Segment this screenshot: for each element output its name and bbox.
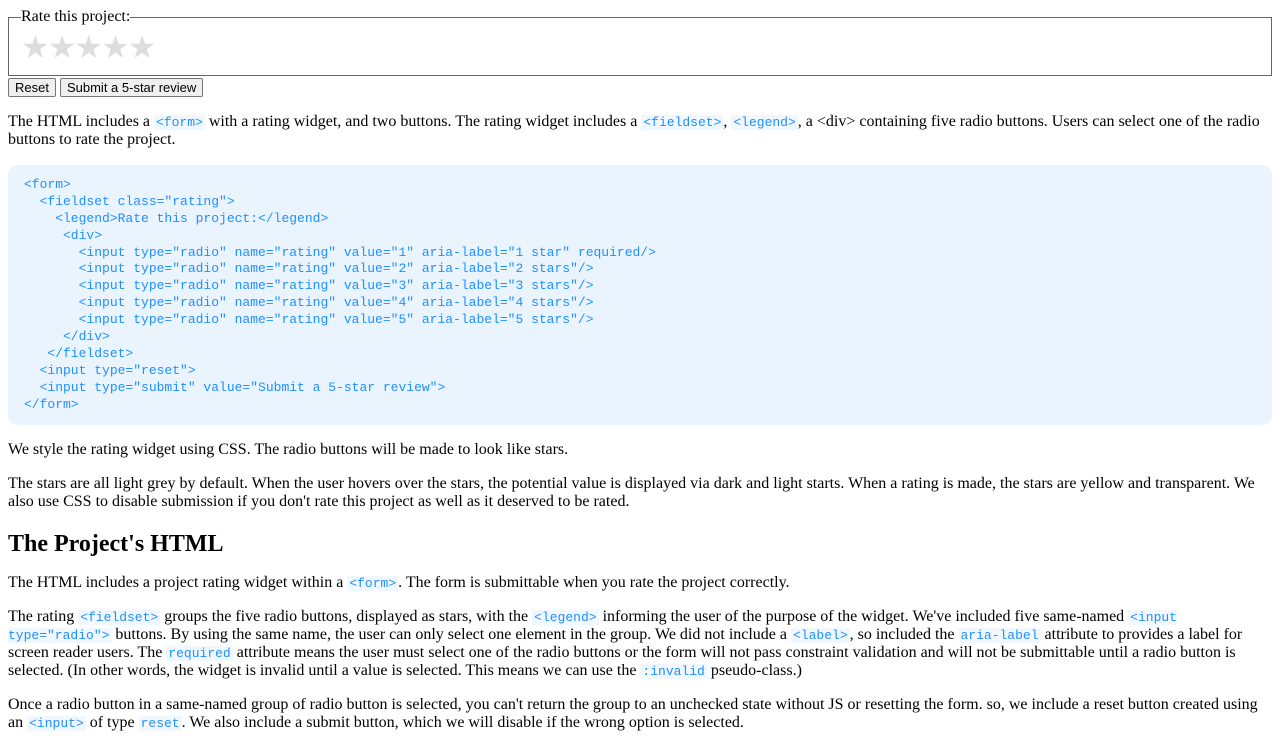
text: . The form is submittable when you rate … — [398, 574, 789, 591]
rating-fieldset: Rate this project: ★★★★★ — [8, 8, 1272, 76]
code-legend-tag: <legend> — [532, 610, 598, 625]
rating-legend: Rate this project: — [21, 8, 130, 26]
code-fieldset-tag: <fieldset> — [641, 115, 723, 130]
paragraph-form-desc: The HTML includes a project rating widge… — [8, 574, 1272, 592]
code-fieldset-tag: <fieldset> — [78, 610, 160, 625]
code-legend-tag: <legend> — [731, 115, 797, 130]
code-reset-type: reset — [139, 716, 182, 731]
code-label-tag: <label> — [791, 628, 850, 643]
form-buttons: Reset Submit a 5-star review — [8, 78, 1272, 97]
text: . We also include a submit button, which… — [182, 714, 744, 731]
text: pseudo-class.) — [707, 662, 802, 679]
code-form-tag: <form> — [154, 115, 205, 130]
code-invalid-pseudo: :invalid — [640, 664, 706, 679]
paragraph-intro: The HTML includes a <form> with a rating… — [8, 113, 1272, 149]
text: groups the five radio buttons, displayed… — [160, 608, 532, 625]
paragraph-fieldset-desc: The rating <fieldset> groups the five ra… — [8, 608, 1272, 680]
heading-project-html: The Project's HTML — [8, 531, 1272, 558]
reset-button[interactable]: Reset — [8, 78, 56, 97]
text: buttons. By using the same name, the use… — [111, 626, 791, 643]
submit-button[interactable]: Submit a 5-star review — [60, 78, 203, 97]
rating-form: Rate this project: ★★★★★ Reset Submit a … — [8, 8, 1272, 97]
code-input-tag: <input> — [27, 716, 86, 731]
paragraph-stars-behavior: The stars are all light grey by default.… — [8, 475, 1272, 511]
text: The rating — [8, 608, 78, 625]
text: The HTML includes a — [8, 113, 154, 130]
star-rating-widget[interactable]: ★★★★★ — [21, 31, 1259, 63]
text: , so included the — [850, 626, 959, 643]
paragraph-reset-desc: Once a radio button in a same-named grou… — [8, 696, 1272, 732]
text: of type — [86, 714, 139, 731]
paragraph-css-intro: We style the rating widget using CSS. Th… — [8, 441, 1272, 459]
code-form-tag: <form> — [347, 576, 398, 591]
html-code-block: <form> <fieldset class="rating"> <legend… — [8, 165, 1272, 425]
text: informing the user of the purpose of the… — [599, 608, 1129, 625]
code-aria-label: aria-label — [959, 628, 1041, 643]
text: with a rating widget, and two buttons. T… — [205, 113, 642, 130]
code-required: required — [166, 646, 232, 661]
text: The HTML includes a project rating widge… — [8, 574, 347, 591]
